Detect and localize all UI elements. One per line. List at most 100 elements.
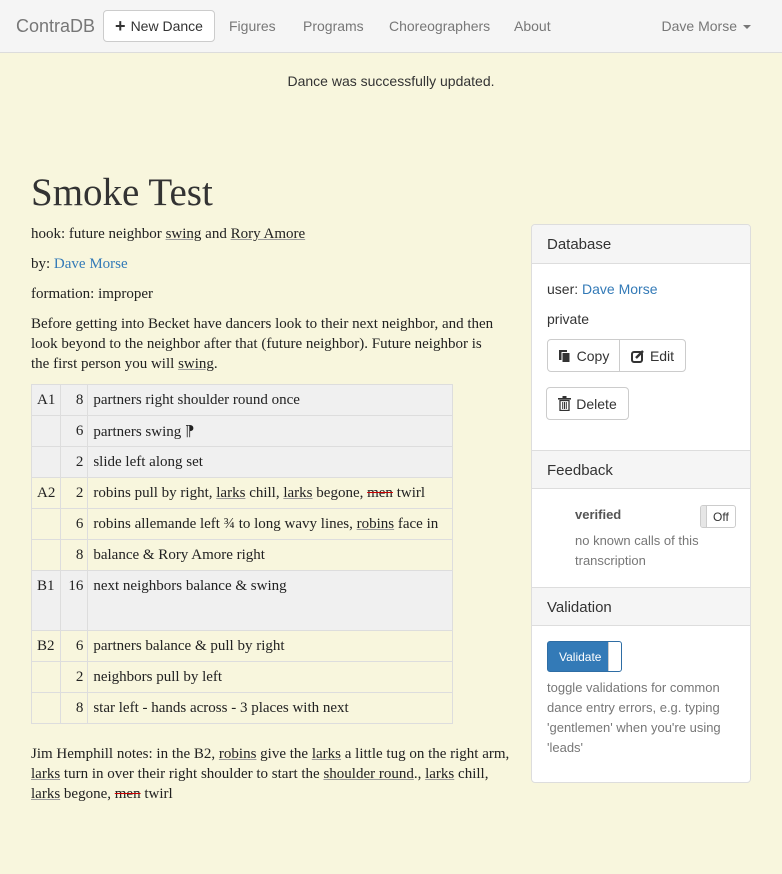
- figures-table: A1 8 partners right shoulder round once …: [30, 384, 453, 724]
- figure-section: [30, 446, 62, 478]
- figure-text: partners balance & pull by right: [87, 630, 453, 662]
- figure-beats: 8: [60, 384, 89, 416]
- notes-term-robins: robins: [218, 746, 257, 762]
- nav-programs[interactable]: Programs: [303, 18, 364, 34]
- sidebar-panel: Database user: Dave Morse private Copy E…: [531, 224, 751, 783]
- figure-text: star left - hands across - 3 places with…: [87, 692, 453, 724]
- visibility-status: private: [547, 311, 590, 327]
- notes-term-larks: larks: [311, 746, 341, 762]
- notes-term-men: men: [114, 786, 141, 802]
- figure-row: A1 8 partners right shoulder round once: [30, 384, 453, 416]
- figure-text: partners right shoulder round once: [87, 384, 453, 416]
- flash-notice: Dance was successfully updated.: [287, 73, 495, 89]
- figure-beats: 6: [60, 630, 89, 662]
- figure-text: robins pull by right, larks chill, larks…: [87, 477, 453, 509]
- nav-choreographers[interactable]: Choreographers: [389, 18, 490, 34]
- copy-label: Copy: [576, 347, 610, 364]
- figure-row: 6 robins allemande left ¾ to long wavy l…: [30, 508, 453, 540]
- figure-section: [30, 539, 62, 571]
- notes-text: chill,: [454, 766, 489, 782]
- figure-text-part: robins pull by right,: [93, 484, 217, 501]
- figure-beats: 2: [60, 446, 89, 478]
- figure-text: robins allemande left ¾ to long wavy lin…: [87, 508, 453, 540]
- figure-beats: 2: [60, 477, 89, 509]
- figure-section: [30, 415, 62, 447]
- notes-text: turn in over their right shoulder to sta…: [60, 766, 324, 782]
- user-link[interactable]: Dave Morse: [582, 281, 657, 297]
- figure-row: 2 neighbors pull by left: [30, 661, 453, 693]
- dance-hook: hook: future neighbor swing and Rory Amo…: [31, 226, 305, 243]
- figure-section: [30, 661, 62, 693]
- navbar: ContraDB + New Dance Figures Programs Ch…: [0, 0, 782, 53]
- figure-text-part: twirl: [392, 484, 426, 501]
- hook-swing: swing: [165, 226, 202, 242]
- new-dance-button[interactable]: + New Dance: [103, 10, 215, 42]
- notes-term-larks: larks: [31, 786, 61, 802]
- figure-text-part: face in: [394, 515, 439, 532]
- figure-text: neighbors pull by left: [87, 661, 453, 693]
- notes-text: give the: [256, 746, 312, 762]
- verified-toggle[interactable]: Off: [700, 505, 736, 528]
- figure-section: A2: [30, 477, 62, 509]
- notes-text: a little tug on the right arm,: [341, 746, 510, 762]
- edit-label: Edit: [649, 347, 675, 364]
- delete-label: Delete: [576, 395, 617, 412]
- copy-button[interactable]: Copy: [547, 339, 620, 372]
- figure-term-robins: robins: [356, 515, 395, 532]
- by-label: by:: [31, 256, 54, 272]
- figure-text-part: begone,: [312, 484, 368, 501]
- database-user: user: Dave Morse: [547, 281, 657, 297]
- validate-note: toggle validations for common dance entr…: [547, 680, 721, 755]
- delete-button[interactable]: Delete: [546, 387, 629, 420]
- trash-icon: [558, 396, 572, 411]
- figure-beats: 8: [60, 692, 89, 724]
- feedback-heading: Feedback: [532, 450, 750, 489]
- notes-text: .,: [413, 766, 426, 782]
- figure-section: [30, 508, 62, 540]
- dance-title: Smoke Test: [31, 171, 213, 214]
- validation-heading: Validation: [532, 587, 750, 626]
- figure-row: A2 2 robins pull by right, larks chill, …: [30, 477, 453, 509]
- user-menu-dropdown[interactable]: Dave Morse: [662, 18, 751, 34]
- figure-beats: 8: [60, 539, 89, 571]
- figure-term-men: men: [367, 484, 393, 501]
- preamble-end: .: [213, 356, 218, 372]
- figure-row: 8 star left - hands across - 3 places wi…: [30, 692, 453, 724]
- figure-beats: 16: [60, 570, 89, 631]
- figure-text-part: robins allemande left ¾ to long wavy lin…: [93, 515, 357, 532]
- figure-section: A1: [30, 384, 62, 416]
- dance-formation: formation: improper: [31, 286, 154, 302]
- notes-term-larks: larks: [425, 766, 455, 782]
- toggle-knob: [608, 642, 621, 671]
- notes-text: Jim Hemphill notes: in the B2,: [31, 746, 219, 762]
- edit-button[interactable]: Edit: [619, 339, 686, 372]
- notes-term-larks: larks: [31, 766, 61, 782]
- figure-section: B1: [30, 570, 62, 631]
- figure-section: [30, 692, 62, 724]
- figure-row: B2 6 partners balance & pull by right: [30, 630, 453, 662]
- caret-down-icon: [743, 25, 751, 30]
- figure-row: 8 balance & Rory Amore right: [30, 539, 453, 571]
- nav-figures[interactable]: Figures: [229, 18, 276, 34]
- hook-label: hook: future neighbor: [31, 226, 166, 242]
- notes-term-shoulder-round: shoulder round: [323, 766, 414, 782]
- user-label: user:: [547, 281, 583, 297]
- toggle-knob: [701, 506, 707, 527]
- validate-toggle[interactable]: Validate: [547, 641, 622, 672]
- choreographer-link[interactable]: Dave Morse: [54, 256, 128, 272]
- figure-beats: 6: [60, 508, 89, 540]
- dance-choreographer: by: Dave Morse: [31, 256, 128, 273]
- copy-icon: [558, 349, 571, 363]
- edit-icon: [630, 349, 644, 363]
- figure-text: slide left along set: [87, 446, 453, 478]
- figure-text: balance & Rory Amore right: [87, 539, 453, 571]
- figure-section: B2: [30, 630, 62, 662]
- verified-label: verified: [575, 507, 622, 522]
- verified-toggle-label: Off: [713, 510, 729, 524]
- database-heading: Database: [532, 225, 750, 264]
- figure-row: 6 partners swing ⁋: [30, 415, 453, 447]
- preamble-swing: swing: [178, 356, 214, 372]
- verified-note: no known calls of this transcription: [575, 533, 699, 568]
- brand-link[interactable]: ContraDB: [16, 16, 95, 37]
- nav-about[interactable]: About: [514, 18, 551, 34]
